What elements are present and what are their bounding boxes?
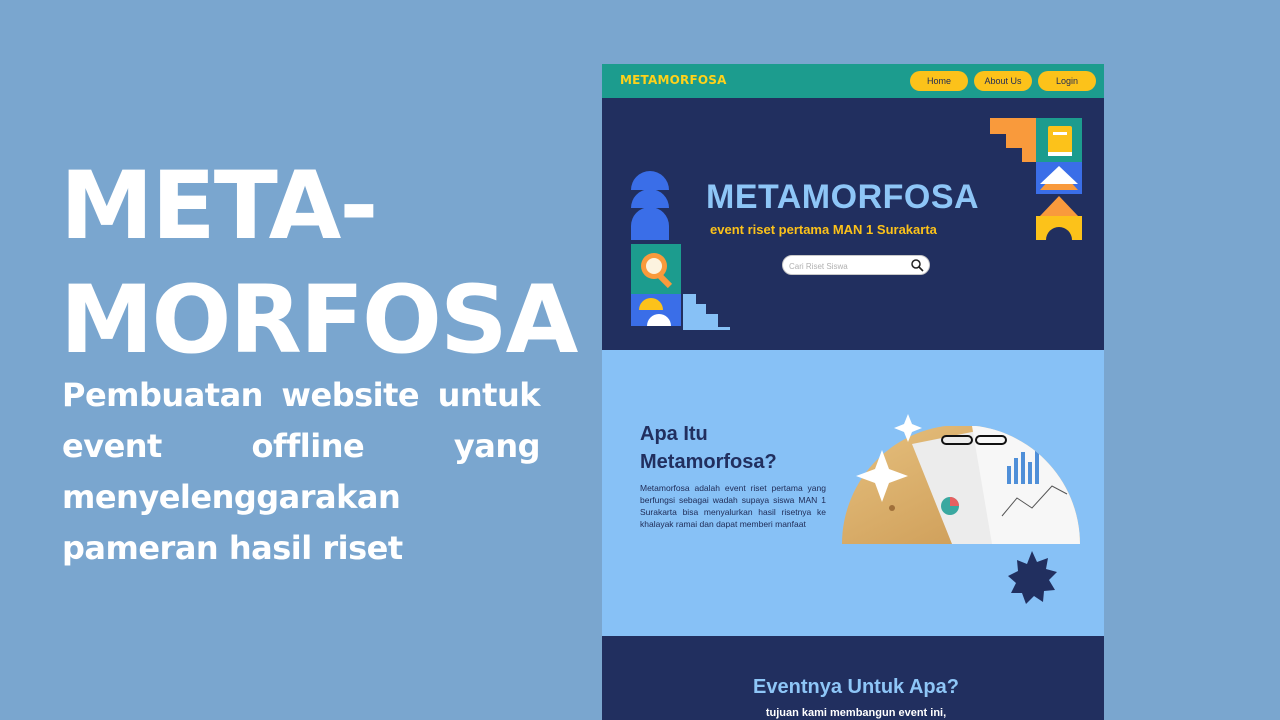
about-description: Metamorfosa adalah event riset pertama y… [640, 483, 826, 529]
slide-subtitle: Pembuatan website untuk event offline ya… [62, 376, 541, 567]
about-title: Apa Itu Metamorfosa? [640, 423, 777, 473]
hero-subtitle: event riset pertama MAN 1 Surakarta [710, 222, 937, 237]
slide-title: META- MORFOSA [60, 150, 578, 378]
search-bar[interactable] [782, 255, 930, 275]
search-input[interactable] [789, 259, 904, 273]
geometric-decoration-right [990, 118, 1082, 240]
hero-title: METAMORFOSA [706, 178, 980, 216]
brand-logo[interactable]: METAMORFOSA [620, 73, 727, 87]
star-badge-icon [1008, 551, 1057, 604]
slide-title-line-2: MORFOSA [60, 266, 578, 375]
event-section: Eventnya Untuk Apa? tujuan kami membangu… [602, 636, 1104, 720]
hero-section: METAMORFOSA event riset pertama MAN 1 Su… [602, 98, 1104, 350]
nav-about-button[interactable]: About Us [974, 71, 1032, 91]
nav-login-button[interactable]: Login [1038, 71, 1096, 91]
search-icon[interactable] [910, 258, 924, 272]
navbar: METAMORFOSA Home About Us Login [602, 64, 1104, 98]
about-section: Apa Itu Metamorfosa? Metamorfosa adalah … [602, 350, 1104, 636]
event-title: Eventnya Untuk Apa? [753, 676, 959, 698]
about-illustration [842, 414, 1080, 604]
website-mockup: METAMORFOSA Home About Us Login METAMORF… [602, 64, 1104, 720]
event-subtitle: tujuan kami membangun event ini, [765, 707, 947, 719]
book-icon [1048, 126, 1072, 156]
nav-home-button[interactable]: Home [910, 71, 968, 91]
slide-title-line-1: META- [60, 152, 378, 261]
